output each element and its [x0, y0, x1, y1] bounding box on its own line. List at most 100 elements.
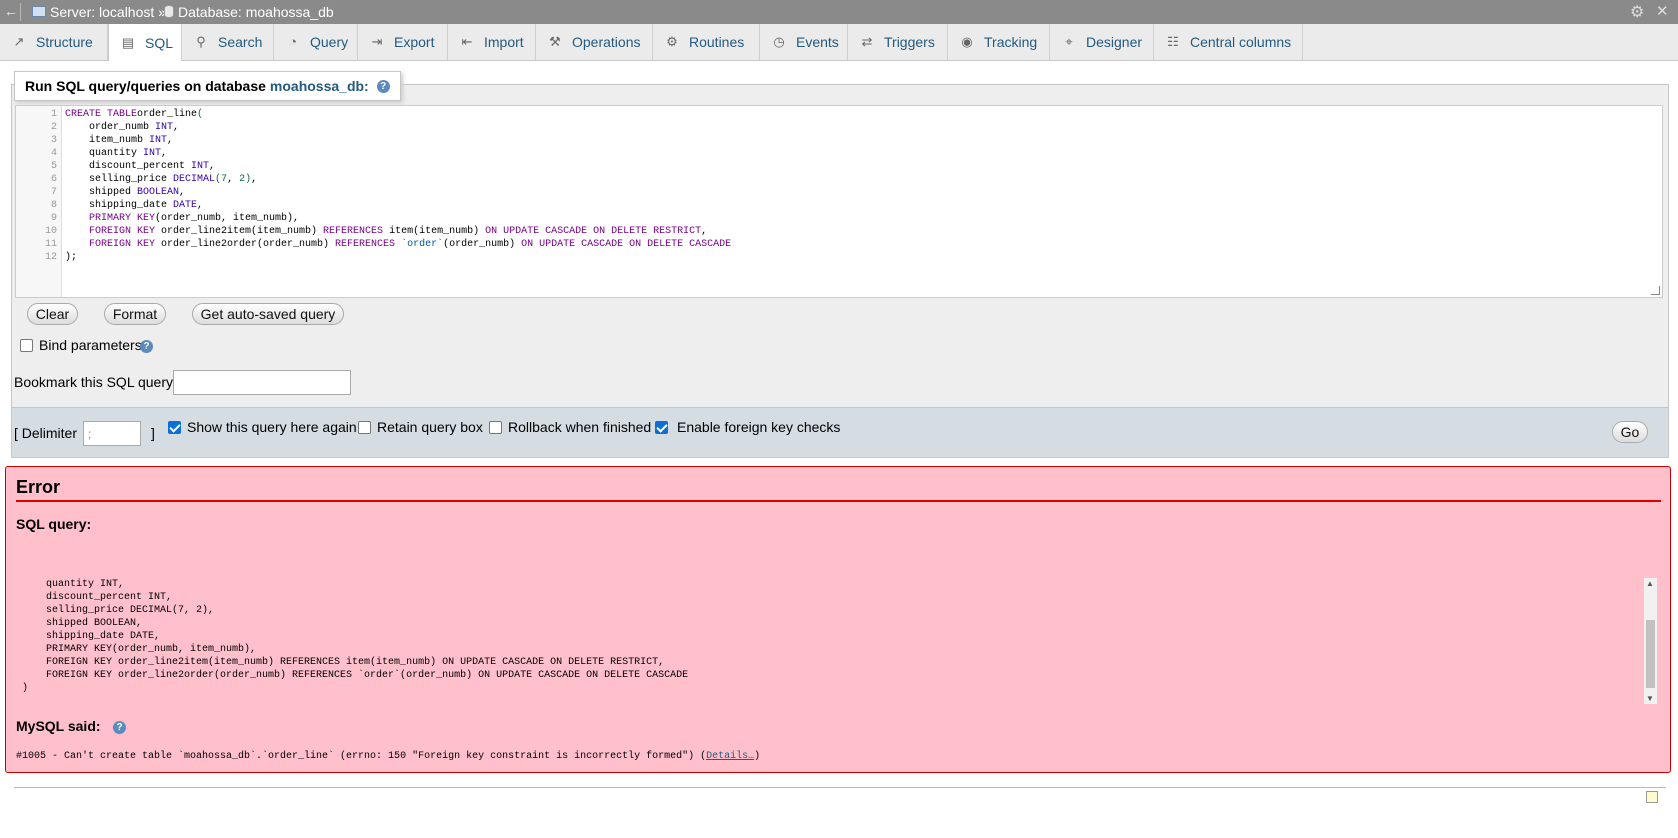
go-button[interactable]: Go [1612, 421, 1648, 443]
tab-triggers[interactable]: ⇄ Triggers [848, 24, 948, 60]
tab-events[interactable]: ◷ Events [760, 24, 848, 60]
code-token: , [167, 135, 174, 146]
code-line: discount_percent INT, [65, 161, 215, 172]
rollback-checkbox[interactable] [489, 421, 502, 434]
console-icon[interactable] [1646, 791, 1658, 803]
error-query-scrollbar[interactable]: ▲ ▼ [1644, 578, 1657, 704]
breadcrumb-server[interactable]: Server: localhost » [50, 4, 166, 20]
line-number: 10 [44, 226, 57, 237]
code-line: order_numb INT, [65, 122, 179, 133]
line-number: 7 [50, 187, 57, 198]
top-bar: ← Server: localhost » Database: moahossa… [0, 0, 1678, 24]
breadcrumb-database[interactable]: Database: moahossa_db [178, 4, 334, 20]
code-token: INT [143, 148, 162, 159]
bookmark-label: Bookmark this SQL query: [14, 374, 177, 390]
tab-tracking[interactable]: ◉ Tracking [948, 24, 1050, 60]
tab-query[interactable]: ◔ Query [274, 24, 358, 60]
tab-designer[interactable]: ⌖ Designer [1050, 24, 1154, 60]
code-token: selling_price [65, 174, 174, 185]
scroll-up-icon[interactable]: ▲ [1646, 579, 1654, 588]
code-token: , [197, 200, 204, 211]
delimiter-input[interactable] [83, 421, 141, 446]
sql-query-label: SQL query: [16, 516, 92, 532]
bookmark-input[interactable] [173, 370, 351, 395]
close-icon[interactable]: ✕ [1656, 2, 1669, 20]
wrench-icon: ⚒ [549, 34, 561, 49]
scroll-thumb[interactable] [1646, 620, 1655, 688]
tab-central-columns[interactable]: ☷ Central columns [1154, 24, 1303, 60]
tab-label: Structure [36, 34, 93, 50]
line-number: 1 [50, 109, 57, 120]
tab-structure[interactable]: ↗ Structure [0, 24, 108, 60]
bind-parameters-checkbox[interactable] [20, 339, 33, 352]
code-token: , [701, 226, 708, 237]
format-button[interactable]: Format [104, 303, 166, 325]
code-token: INT [191, 161, 210, 172]
help-icon[interactable]: ? [376, 79, 390, 93]
code-token: order_numb [65, 122, 156, 133]
help-icon[interactable]: ? [113, 721, 126, 734]
tab-bar: ↗ Structure ▤ SQL ⚲ Search ◔ Query ⇥ Export ⇤… [0, 24, 1678, 61]
error-query-line: shipping_date DATE, [22, 631, 161, 642]
code-token: quantity [65, 148, 144, 159]
gear-icon[interactable]: ⚙ [1630, 2, 1644, 22]
tab-import[interactable]: ⇤ Import [448, 24, 536, 60]
code-token: discount_percent [65, 161, 192, 172]
structure-icon: ↗ [13, 34, 25, 49]
clear-button[interactable]: Clear [27, 303, 78, 325]
code-line: ); [65, 252, 77, 263]
error-message-end: ) [754, 751, 761, 762]
clock-icon: ◷ [773, 34, 785, 49]
line-number: 9 [50, 213, 57, 224]
tab-label: Import [484, 34, 524, 50]
bind-parameters-label: Bind parameters [39, 337, 142, 353]
error-query-line: FOREIGN KEY order_line2item(item_numb) R… [22, 657, 665, 668]
error-query-line: quantity INT, [22, 579, 125, 590]
foreign-key-checks-label: Enable foreign key checks [677, 419, 841, 435]
resize-handle[interactable] [1651, 286, 1660, 295]
triggers-icon: ⇄ [861, 34, 873, 49]
code-token: shipped [65, 187, 138, 198]
code-token: REFERENCES [323, 226, 384, 237]
designer-icon: ⌖ [1065, 34, 1073, 49]
code-token: BOOLEAN [137, 187, 180, 198]
tab-label: Central columns [1190, 34, 1292, 50]
error-message-text: #1005 - Can't create table `moahossa_db`… [16, 751, 707, 762]
back-arrow-icon[interactable]: ← [4, 3, 18, 19]
code-token: ON UPDATE CASCADE ON DELETE CASCADE [521, 239, 732, 250]
code-line: item_numb INT, [65, 135, 173, 146]
error-divider [16, 500, 1661, 502]
tab-operations[interactable]: ⚒ Operations [536, 24, 653, 60]
tab-search[interactable]: ⚲ Search [182, 24, 274, 60]
foreign-key-checks-checkbox[interactable] [655, 421, 668, 434]
line-number: 6 [50, 174, 57, 185]
show-query-again-checkbox[interactable] [168, 421, 181, 434]
get-autosaved-query-button[interactable]: Get auto-saved query [192, 303, 344, 325]
tab-label: Routines [689, 34, 745, 50]
legend-text: Run SQL query/queries on database [25, 78, 266, 94]
export-icon: ⇥ [371, 34, 383, 49]
tab-sql[interactable]: ▤ SQL [108, 24, 182, 61]
tab-export[interactable]: ⇥ Export [358, 24, 448, 60]
code-token: (order_numb, item_numb), [155, 213, 300, 224]
server-icon [32, 6, 46, 17]
details-link[interactable]: Details… [706, 751, 754, 762]
error-query-line: selling_price DECIMAL(7, 2), [22, 605, 215, 616]
code-token: FOREIGN KEY [65, 239, 156, 250]
help-icon[interactable]: ? [140, 340, 153, 353]
tab-label: Tracking [984, 34, 1038, 50]
sql-editor[interactable]: 1 2 3 4 5 6 7 8 9 10 11 12 CREATE TABLEorder_line( … [15, 105, 1663, 298]
code-line: CREATE TABLEorder_line( [65, 109, 203, 120]
code-token: , [227, 174, 240, 185]
error-query-line: ) [22, 683, 29, 694]
rollback-label: Rollback when finished [508, 419, 652, 435]
scroll-down-icon[interactable]: ▼ [1646, 694, 1654, 703]
code-token: order_line [137, 109, 198, 120]
retain-query-box-checkbox[interactable] [358, 421, 371, 434]
tab-label: Operations [572, 34, 641, 50]
legend-database-link[interactable]: moahossa_db: [270, 78, 369, 94]
error-query-line: FOREIGN KEY order_line2order(order_numb)… [22, 670, 689, 681]
code-token: , [161, 148, 168, 159]
tab-routines[interactable]: ⚙ Routines [653, 24, 760, 60]
show-query-again-label: Show this query here again [187, 419, 357, 435]
